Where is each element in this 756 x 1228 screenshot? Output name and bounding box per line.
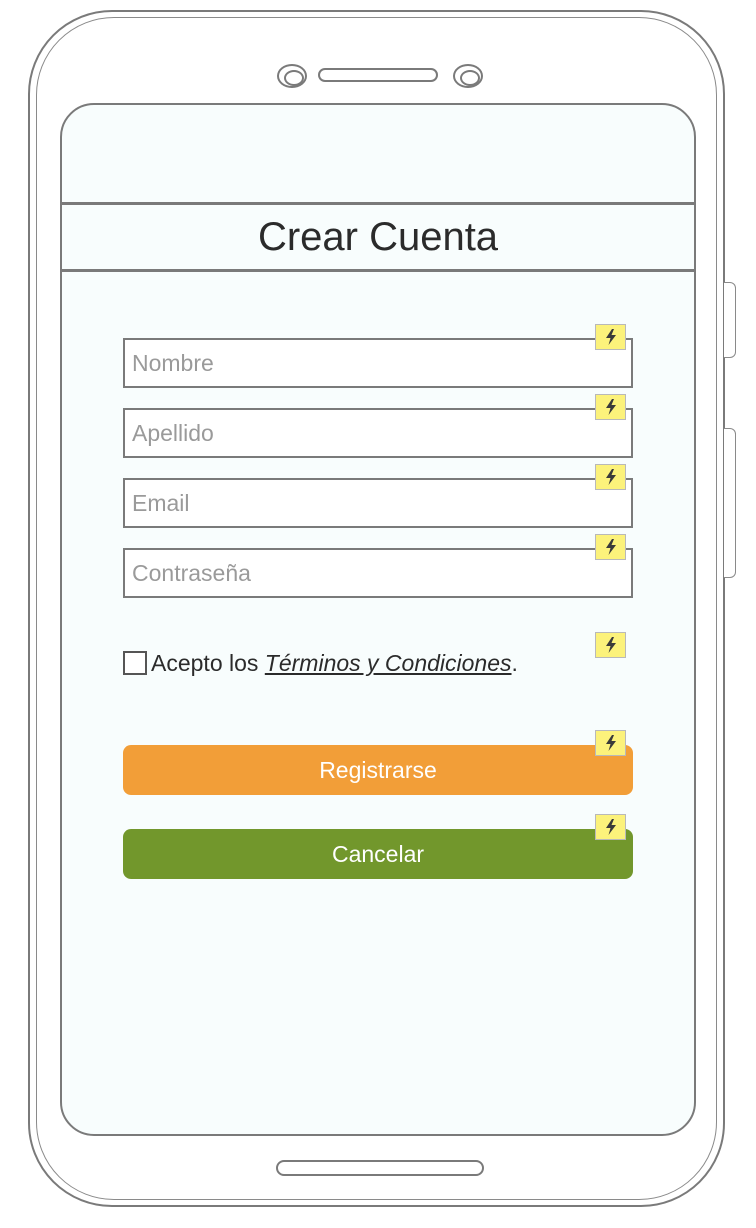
cancel-button[interactable]: Cancelar <box>123 829 633 879</box>
lightning-bolt-icon[interactable] <box>595 464 626 490</box>
phone-side-button-upper <box>724 282 736 358</box>
title-bar: Crear Cuenta <box>62 202 694 272</box>
terms-prefix: Acepto los <box>151 649 265 676</box>
phone-home-bar <box>276 1160 484 1176</box>
last-name-input[interactable] <box>123 408 633 458</box>
first-name-input[interactable] <box>123 338 633 388</box>
lightning-bolt-icon[interactable] <box>595 814 626 840</box>
page-title: Crear Cuenta <box>257 214 499 259</box>
terms-label: Acepto los Términos y Condiciones. <box>151 650 518 677</box>
register-button[interactable]: Registrarse <box>123 745 633 795</box>
password-input[interactable] <box>123 548 633 598</box>
phone-speaker <box>318 68 438 82</box>
terms-row: Acepto los Términos y Condiciones. <box>123 650 518 676</box>
terms-checkbox[interactable] <box>123 651 147 675</box>
terms-link[interactable]: Términos y Condiciones <box>265 650 512 676</box>
phone-camera-icon <box>277 64 307 88</box>
phone-sensor-icon <box>453 64 483 88</box>
email-input[interactable] <box>123 478 633 528</box>
phone-side-button-lower <box>724 428 736 578</box>
screen: Crear Cuenta Acepto los Términos y Condi… <box>60 103 696 1136</box>
lightning-bolt-icon[interactable] <box>595 394 626 420</box>
lightning-bolt-icon[interactable] <box>595 324 626 350</box>
lightning-bolt-icon[interactable] <box>595 730 626 756</box>
terms-suffix: . <box>511 649 518 676</box>
lightning-bolt-icon[interactable] <box>595 534 626 560</box>
lightning-bolt-icon[interactable] <box>595 632 626 658</box>
